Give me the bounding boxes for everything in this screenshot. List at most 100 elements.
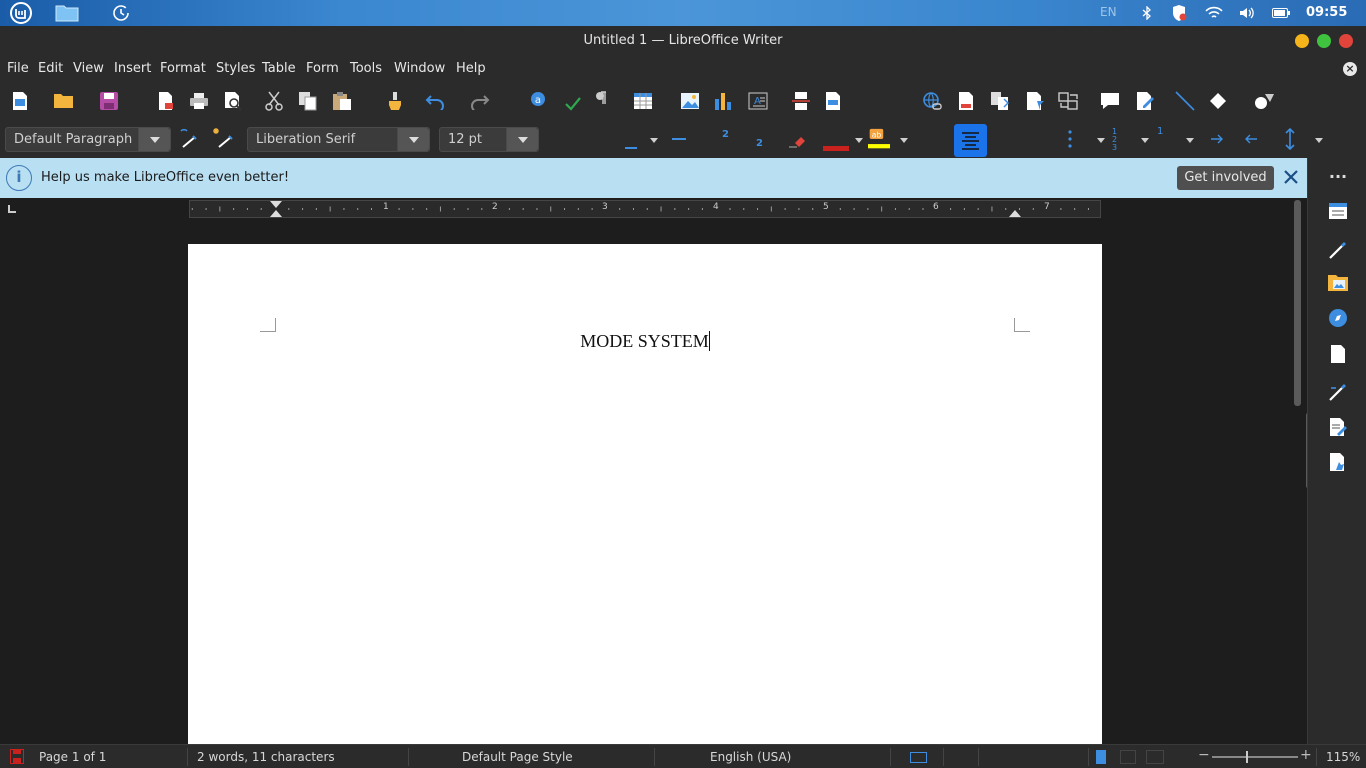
menu-help[interactable]: Help [456, 61, 486, 76]
menu-view[interactable]: View [73, 61, 104, 76]
ordered-list-dropdown-arrow[interactable] [1141, 138, 1149, 143]
font-name-combo[interactable]: Liberation Serif [247, 127, 430, 152]
align-center-button[interactable] [954, 124, 987, 157]
language[interactable]: English (USA) [710, 750, 791, 764]
paragraph-spacing-icon[interactable] [1279, 128, 1301, 150]
spelling-icon[interactable] [562, 92, 584, 114]
sidebar-menu-icon[interactable]: ··· [1326, 164, 1350, 188]
insert-chart-icon[interactable] [712, 90, 734, 112]
paragraph-style-dropdown-button[interactable] [138, 128, 170, 151]
menu-format[interactable]: Format [160, 61, 206, 76]
menu-edit[interactable]: Edit [38, 61, 63, 76]
insert-cross-reference-icon[interactable] [990, 90, 1012, 112]
insert-image-icon[interactable] [679, 90, 701, 112]
design-icon[interactable] [1326, 450, 1350, 474]
manage-changes-icon[interactable] [1326, 415, 1350, 439]
page-icon[interactable] [1326, 342, 1350, 366]
single-page-view-icon[interactable] [1096, 750, 1106, 764]
zoom-out-icon[interactable]: − [1198, 747, 1210, 763]
bluetooth-icon[interactable] [1140, 2, 1154, 24]
clone-formatting-icon[interactable] [384, 90, 406, 112]
insert-page-break-icon[interactable] [790, 90, 812, 112]
unordered-list-dropdown-arrow[interactable] [1097, 138, 1105, 143]
tab-stop-type-icon[interactable] [8, 205, 16, 213]
horizontal-ruler[interactable]: 1 2 3 4 5 6 7 [189, 200, 1101, 218]
spacing-dropdown-arrow[interactable] [1315, 138, 1323, 143]
right-indent-marker[interactable] [1009, 210, 1021, 217]
volume-icon[interactable] [1238, 2, 1256, 24]
strikethrough-icon[interactable] [672, 138, 686, 140]
insert-bookmark-icon[interactable] [1024, 90, 1046, 112]
font-color-dropdown-arrow[interactable] [855, 138, 863, 143]
keyboard-layout-indicator[interactable]: EN [1100, 5, 1117, 19]
shield-update-icon[interactable] [1170, 2, 1188, 24]
gallery-icon[interactable] [1326, 271, 1350, 295]
insert-comment-icon[interactable] [1099, 90, 1121, 112]
print-preview-icon[interactable] [222, 90, 244, 112]
font-color-icon[interactable] [823, 146, 849, 151]
timeshift-icon[interactable] [110, 2, 132, 24]
menu-window[interactable]: Window [394, 61, 445, 76]
new-document-icon[interactable] [9, 90, 31, 112]
highlighting-dropdown-arrow[interactable] [900, 138, 908, 143]
styles-icon[interactable] [1326, 238, 1350, 262]
insert-mode-icon[interactable] [910, 752, 927, 763]
print-icon[interactable] [188, 90, 210, 112]
outline-format-icon[interactable]: 1 [1157, 126, 1163, 137]
subscript-icon[interactable]: 2 [756, 138, 763, 149]
book-view-icon[interactable] [1146, 750, 1164, 764]
insert-table-icon[interactable] [632, 90, 654, 112]
close-document-icon[interactable]: × [1343, 62, 1357, 76]
ordered-list-icon[interactable]: 123 [1112, 128, 1117, 152]
open-folder-icon[interactable] [53, 90, 75, 112]
multi-page-view-icon[interactable] [1120, 750, 1136, 764]
vertical-scrollbar[interactable] [1293, 200, 1303, 744]
underline-icon[interactable] [625, 147, 637, 149]
menu-form[interactable]: Form [306, 61, 339, 76]
redo-icon[interactable] [469, 90, 491, 112]
word-count[interactable]: 2 words, 11 characters [197, 750, 335, 764]
zoom-slider-thumb[interactable] [1246, 751, 1248, 763]
draw-functions-icon[interactable] [1254, 90, 1276, 112]
navigator-icon[interactable] [1326, 306, 1350, 330]
close-infobar-icon[interactable] [1281, 167, 1301, 187]
new-style-icon[interactable] [211, 127, 233, 149]
track-changes-icon[interactable] [1058, 90, 1080, 112]
page-count[interactable]: Page 1 of 1 [39, 750, 106, 764]
save-icon[interactable] [98, 90, 120, 112]
undo-icon[interactable] [424, 90, 446, 112]
clear-formatting-icon[interactable] [786, 130, 808, 152]
document-page[interactable]: MODE SYSTEM [188, 244, 1102, 744]
copy-icon[interactable] [297, 90, 319, 112]
font-size-dropdown-button[interactable] [506, 128, 538, 151]
underline-dropdown-arrow[interactable] [650, 138, 658, 143]
wifi-icon[interactable] [1204, 2, 1224, 24]
style-inspector-icon[interactable] [1326, 380, 1350, 404]
unordered-list-icon[interactable] [1068, 130, 1072, 148]
update-style-icon[interactable] [177, 127, 199, 149]
font-name-dropdown-button[interactable] [397, 128, 429, 151]
document-text-paragraph[interactable]: MODE SYSTEM [188, 331, 1102, 352]
insert-line-icon[interactable] [1174, 90, 1196, 112]
page-style[interactable]: Default Page Style [462, 750, 573, 764]
insert-textbox-icon[interactable]: A [747, 90, 769, 112]
clock[interactable]: 09:55 [1306, 5, 1347, 20]
outline-dropdown-arrow[interactable] [1186, 138, 1194, 143]
menu-tools[interactable]: Tools [350, 61, 382, 76]
decrease-indent-icon[interactable] [1240, 128, 1262, 150]
mint-menu-icon[interactable] [8, 2, 34, 24]
get-involved-button[interactable]: Get involved [1177, 166, 1274, 190]
paste-icon[interactable] [331, 90, 353, 112]
zoom-level[interactable]: 115% [1326, 750, 1360, 764]
close-button[interactable] [1339, 34, 1353, 48]
menu-file[interactable]: File [7, 61, 29, 76]
insert-field-icon[interactable] [822, 90, 844, 112]
insert-footnote-icon[interactable] [955, 90, 977, 112]
document-modified-icon[interactable] [10, 749, 24, 764]
zoom-in-icon[interactable]: + [1300, 747, 1312, 763]
left-indent-marker[interactable] [270, 210, 282, 217]
files-folder-icon[interactable] [54, 2, 80, 24]
edit-document-icon[interactable] [1134, 90, 1156, 112]
find-replace-icon[interactable]: a [527, 88, 549, 110]
superscript-icon[interactable]: 2 [722, 129, 729, 140]
